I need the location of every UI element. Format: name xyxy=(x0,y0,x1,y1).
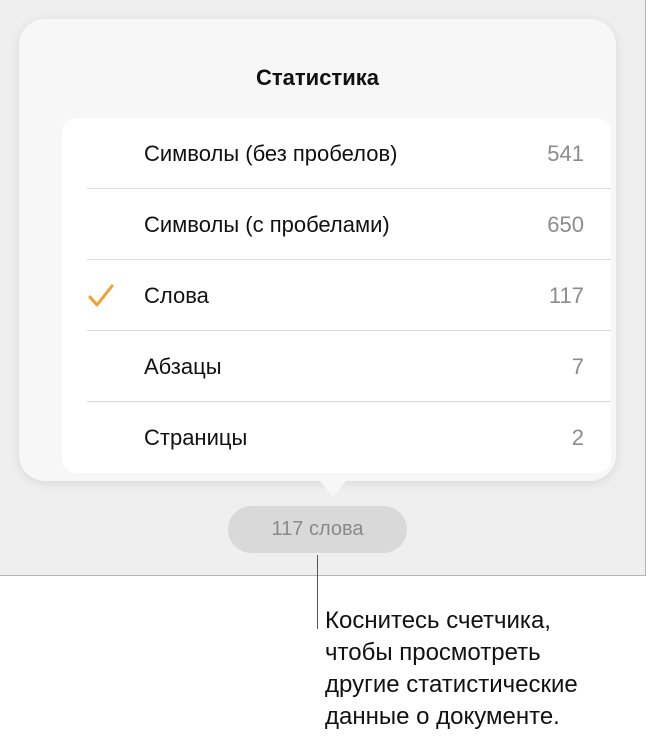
stat-value: 7 xyxy=(571,354,584,379)
stat-row-paragraphs[interactable]: Абзацы 7 xyxy=(62,331,611,402)
stat-value: 2 xyxy=(571,425,584,450)
popover-title: Статистика xyxy=(256,65,379,90)
stat-label: Слова xyxy=(144,283,209,308)
stat-row-characters-with-spaces[interactable]: Символы (с пробелами) 650 xyxy=(62,189,611,260)
word-count-button[interactable]: 117 слова xyxy=(228,506,407,553)
statistics-popover: Статистика Символы (без пробелов) 541 Си… xyxy=(19,19,616,497)
stat-label: Символы (с пробелами) xyxy=(144,212,390,237)
stat-row-words[interactable]: Слова 117 xyxy=(62,260,611,331)
callout-text: Коснитесь счетчика, чтобы просмотреть др… xyxy=(325,607,578,730)
stat-row-characters-no-spaces[interactable]: Символы (без пробелов) 541 xyxy=(62,118,611,189)
stat-label: Страницы xyxy=(144,425,248,450)
stat-label: Абзацы xyxy=(144,354,222,379)
statistics-list: Символы (без пробелов) 541 Символы (с пр… xyxy=(62,118,611,473)
stat-label: Символы (без пробелов) xyxy=(144,141,398,166)
callout-leader-line xyxy=(317,555,318,629)
stat-value: 650 xyxy=(547,212,584,237)
stat-row-pages[interactable]: Страницы 2 xyxy=(62,402,611,473)
app-screen: Статистика Символы (без пробелов) 541 Си… xyxy=(0,0,646,576)
checkmark-icon xyxy=(88,284,114,307)
stat-value: 117 xyxy=(548,283,584,308)
popover-arrow xyxy=(315,475,351,497)
stat-value: 541 xyxy=(547,141,584,166)
